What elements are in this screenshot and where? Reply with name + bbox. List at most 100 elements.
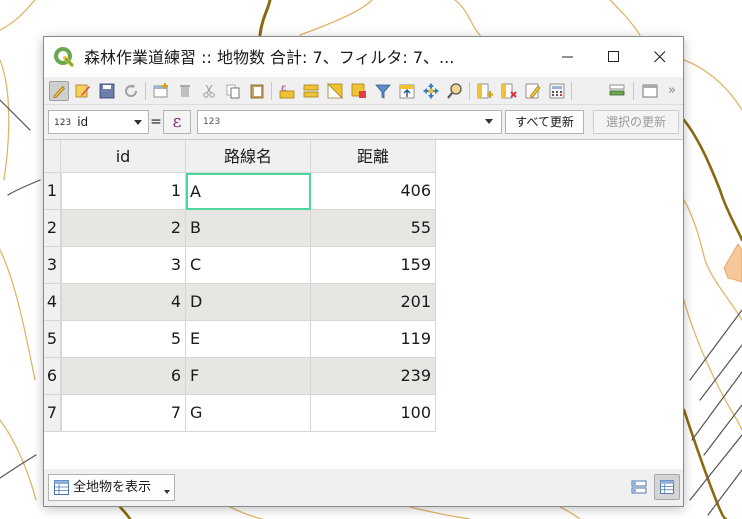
map-contour-line [229,506,263,519]
map-contour-line [682,118,742,242]
table-cell-id[interactable]: 5 [61,321,186,358]
map-contour-line [0,249,36,381]
reload-icon[interactable] [121,81,141,101]
row-header[interactable]: 2 [44,210,61,247]
map-road-line [703,404,742,456]
table-cell-distance[interactable]: 100 [311,395,436,432]
table-cell-distance[interactable]: 159 [311,247,436,284]
expression-history-chevron-icon[interactable] [485,119,493,124]
map-contour-line [0,59,10,181]
map-contour-line [299,0,373,36]
field-calculator-icon[interactable] [547,81,567,101]
map-road-line [691,371,742,441]
row-header[interactable]: 7 [44,395,61,432]
expression-input[interactable]: 123 [197,110,502,134]
row-header[interactable]: 5 [44,321,61,358]
conditional-format-icon[interactable] [607,81,627,101]
edit-mode-pencil-icon[interactable] [49,81,69,101]
zoom-to-selection-icon[interactable] [445,81,465,101]
row-header[interactable]: 4 [44,284,61,321]
equals-sign: = [150,114,162,130]
map-contour-line [559,506,581,519]
select-all-icon[interactable] [301,81,321,101]
table-cell-name[interactable]: D [186,284,311,321]
filter-icon[interactable] [373,81,393,101]
table-cell-name[interactable]: G [186,395,311,432]
table-cell-name[interactable]: F [186,358,311,395]
table-cell-distance[interactable]: 119 [311,321,436,358]
table-cell-name[interactable]: E [186,321,311,358]
multi-edit-icon[interactable] [73,81,93,101]
copy-icon[interactable] [223,81,243,101]
table-cell-id[interactable]: 2 [61,210,186,247]
field-type-tag: 123 [54,118,72,128]
paste-icon[interactable] [247,81,267,101]
column-header-distance[interactable]: 距離 [311,140,436,173]
title-bar[interactable]: 森林作業道練習 :: 地物数 合計: 7、フィルタ: 7、... [44,37,683,77]
map-contour-line [454,0,481,36]
chevron-down-icon [134,120,142,125]
conditional-formatting-icon[interactable] [523,81,543,101]
map-contour-line [683,59,742,111]
toolbar-overflow-icon[interactable]: » [668,81,676,101]
map-contour-line [0,419,37,501]
row-header[interactable]: 6 [44,358,61,395]
delete-feature-icon[interactable] [175,81,195,101]
expression-builder-button[interactable]: ε [163,110,191,134]
add-feature-icon[interactable] [151,81,171,101]
form-view-icon[interactable] [626,474,652,500]
table-cell-id[interactable]: 6 [61,358,186,395]
move-selection-to-top-icon[interactable] [397,81,417,101]
map-road-line [0,99,31,131]
pan-to-selection-icon[interactable] [421,81,441,101]
field-select[interactable]: 123 id [48,110,149,134]
minimize-button[interactable] [545,37,591,77]
table-cell-distance[interactable]: 406 [311,173,436,210]
delete-field-icon[interactable] [499,81,519,101]
deselect-all-icon[interactable] [349,81,369,101]
map-contour-line [118,505,132,519]
field-calculator-bar: 123 id = ε 123 すべて更新 選択の更新 [44,107,683,137]
table-cell-id[interactable]: 4 [61,284,186,321]
column-header-id[interactable]: id [61,140,186,173]
table-cell-name-selected[interactable]: A [186,173,311,210]
select-by-expression-icon[interactable]: ε [277,81,297,101]
row-header[interactable]: 1 [44,173,61,210]
table-cell-id[interactable]: 3 [61,247,186,284]
update-selected-button[interactable]: 選択の更新 [593,110,679,134]
map-road-line [7,179,41,196]
map-parcel-shape [723,243,742,283]
close-icon [654,51,666,63]
maximize-button[interactable] [591,37,637,77]
invert-selection-icon[interactable] [325,81,345,101]
map-contour-line [609,0,641,36]
field-name: id [77,115,89,129]
save-edits-icon[interactable] [97,81,117,101]
attribute-table-window: 森林作業道練習 :: 地物数 合計: 7、フィルタ: 7、... ε » 123… [43,36,684,507]
window-title: 森林作業道練習 :: 地物数 合計: 7、フィルタ: 7、... [84,48,455,67]
table-cell-distance[interactable]: 201 [311,284,436,321]
svg-text:ε: ε [281,83,286,94]
table-cell-name[interactable]: B [186,210,311,247]
map-contour-line [258,0,272,37]
dock-window-icon[interactable] [640,81,660,101]
table-cell-id[interactable]: 1 [61,173,186,210]
column-header-route-name[interactable]: 路線名 [186,140,311,173]
table-cell-distance[interactable]: 239 [311,358,436,395]
table-cell-distance[interactable]: 55 [311,210,436,247]
map-road-line [0,454,37,479]
new-field-icon[interactable] [475,81,495,101]
table-cell-name[interactable]: C [186,247,311,284]
close-button[interactable] [637,37,683,77]
show-all-features-button[interactable]: 全地物を表示 [48,474,175,501]
table-cell-id[interactable]: 7 [61,395,186,432]
table-icon [54,480,69,495]
row-header[interactable]: 3 [44,247,61,284]
table-corner[interactable] [44,140,61,173]
update-all-button[interactable]: すべて更新 [505,110,584,134]
table-view-icon[interactable] [654,474,680,500]
map-contour-line [682,408,728,519]
attribute-table[interactable]: id 路線名 距離 1 1 A 406 2 2 B 55 3 3 C 159 4… [44,139,683,469]
map-contour-line [0,0,36,31]
cut-icon[interactable] [199,81,219,101]
